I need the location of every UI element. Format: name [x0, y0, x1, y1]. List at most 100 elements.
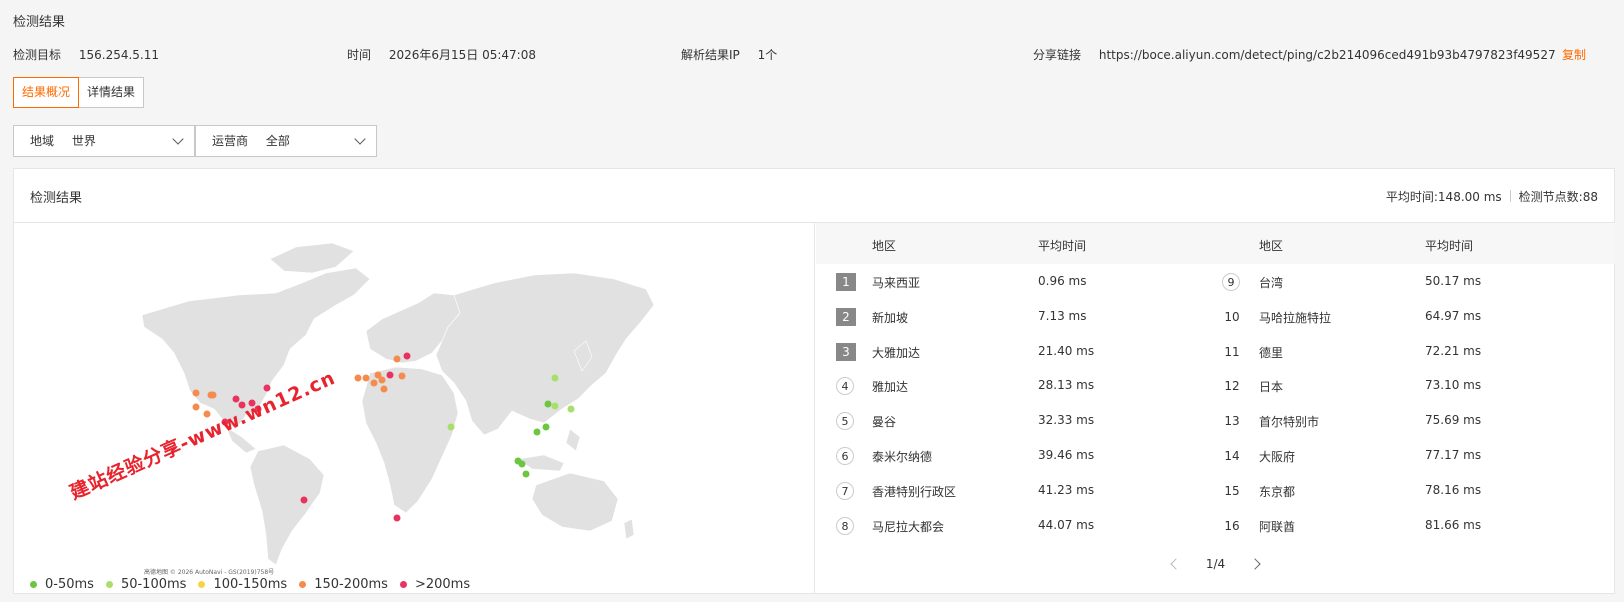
rank-badge: 13 [1224, 414, 1240, 429]
philippines [565, 428, 581, 452]
legend-label: 150-200ms [314, 577, 388, 592]
region-name: 东京都 [1259, 484, 1296, 499]
probe-point[interactable] [232, 395, 240, 403]
probe-point[interactable] [542, 423, 550, 431]
panel-title: 检测结果 [30, 191, 83, 206]
legend-dot [299, 581, 307, 588]
legend-label: 50-100ms [120, 577, 187, 592]
australia [531, 472, 619, 532]
table-row[interactable]: 13 首尔特别市 75.69 ms [816, 412, 1615, 448]
probe-point[interactable] [393, 514, 401, 522]
probe-point[interactable] [192, 389, 200, 397]
avg-time: 77.17 ms [1425, 448, 1482, 462]
table-row[interactable]: 12 日本 73.10 ms [816, 377, 1615, 413]
avg-time-stat: 平均时间:148.00 ms [1385, 190, 1502, 204]
tab-details[interactable]: 详情结果 [79, 77, 145, 108]
world-map[interactable]: 建站经验分享-www.wn12.cn 高德地图 © 2026 AutoNavi … [14, 223, 815, 594]
region-name: 首尔特别市 [1259, 415, 1320, 430]
header-avg: 平均时间 [1425, 239, 1474, 253]
rank-badge: 15 [1224, 483, 1240, 498]
time-info: 时间 2026年6月15日 05:47:08 [347, 46, 536, 63]
divider [1509, 190, 1511, 202]
probe-point[interactable] [533, 428, 541, 436]
probe-point[interactable] [209, 391, 217, 399]
rank-badge: 10 [1224, 309, 1240, 324]
isp-select-value: 全部 [265, 134, 290, 148]
table-row[interactable]: 10 马哈拉施特拉 64.97 ms [816, 308, 1615, 344]
region-name: 大阪府 [1259, 450, 1296, 464]
tab-overview[interactable]: 结果概况 [13, 77, 80, 108]
legend-item[interactable]: >200ms [399, 577, 470, 592]
time-value: 2026年6月15日 05:47:08 [388, 48, 536, 62]
rank-badge: 11 [1224, 344, 1240, 359]
legend-dot [105, 581, 113, 588]
avg-time: 81.66 ms [1425, 517, 1482, 532]
share-info: 分享链接 https://boce.aliyun.com/detect/ping… [1033, 46, 1556, 63]
legend-label: 100-150ms [213, 577, 288, 592]
rank-badge: 16 [1224, 518, 1240, 533]
probe-point[interactable] [192, 403, 200, 411]
avg-time: 75.69 ms [1425, 413, 1482, 428]
region-name: 日本 [1259, 380, 1284, 395]
isp-select-label: 运营商 [212, 134, 249, 148]
legend-item[interactable]: 0-50ms [30, 577, 94, 592]
new-zealand [623, 518, 635, 540]
chevron-down-icon [172, 133, 184, 145]
probe-point[interactable] [378, 376, 386, 384]
probe-point[interactable] [551, 374, 559, 382]
pagination: 1/4 [816, 556, 1615, 571]
probe-point[interactable] [393, 355, 401, 363]
page-title: 检测结果 [13, 15, 66, 30]
page-indicator: 1/4 [1205, 556, 1226, 571]
probe-point[interactable] [447, 423, 455, 431]
probe-point[interactable] [398, 372, 406, 380]
probe-point[interactable] [370, 379, 378, 387]
prev-page-icon[interactable] [1170, 557, 1182, 570]
rank-badge: 12 [1224, 379, 1240, 394]
greenland [269, 242, 355, 274]
resolve-label: 解析结果IP [681, 48, 740, 62]
summary-stats: 平均时间:148.00 ms 检测节点数:88 [1386, 188, 1598, 205]
region-select[interactable]: 地域 世界 [13, 125, 195, 157]
probe-point[interactable] [300, 496, 308, 504]
panel-header: 检测结果 平均时间:148.00 ms 检测节点数:88 [14, 169, 1614, 223]
table-row[interactable]: 9 台湾 50.17 ms [816, 273, 1615, 309]
probe-point[interactable] [403, 352, 411, 360]
legend-dot [30, 581, 37, 588]
rank-badge: 9 [1222, 273, 1240, 291]
region-name: 阿联酋 [1259, 519, 1296, 534]
header-region: 地区 [1259, 239, 1284, 253]
isp-select[interactable]: 运营商 全部 [195, 125, 377, 157]
probe-point[interactable] [544, 400, 552, 408]
table-row[interactable]: 15 东京都 78.16 ms [816, 482, 1615, 518]
header-region: 地区 [872, 239, 897, 253]
ranking-table: 地区 平均时间 地区 平均时间 1 马来西亚 0.96 ms 2 新加坡 7.13 ms 3… [816, 223, 1615, 594]
probe-point[interactable] [386, 371, 394, 379]
avg-time: 73.10 ms [1425, 378, 1482, 393]
table-row[interactable]: 16 阿联酋 81.66 ms [816, 517, 1615, 553]
legend-item[interactable]: 50-100ms [105, 577, 187, 592]
chevron-down-icon [354, 133, 366, 145]
copy-button[interactable]: 复制 [1562, 46, 1586, 63]
legend-item[interactable]: 150-200ms [299, 577, 388, 592]
legend-item[interactable]: 100-150ms [198, 577, 287, 592]
table-row[interactable]: 11 德里 72.21 ms [816, 343, 1615, 379]
target-value: 156.254.5.11 [78, 48, 159, 62]
share-label: 分享链接 [1033, 48, 1082, 62]
asia [435, 272, 655, 436]
share-link[interactable]: https://boce.aliyun.com/detect/ping/c2b2… [1099, 48, 1556, 62]
probe-point[interactable] [551, 402, 559, 410]
probe-point[interactable] [567, 405, 575, 413]
probe-point[interactable] [522, 470, 530, 478]
probe-point[interactable] [380, 385, 388, 393]
region-name: 台湾 [1259, 276, 1284, 290]
target-label: 检测目标 [13, 48, 62, 62]
probe-point[interactable] [354, 374, 362, 382]
next-page-icon[interactable] [1249, 557, 1261, 570]
probe-point[interactable] [518, 460, 526, 468]
table-row[interactable]: 14 大阪府 77.17 ms [816, 447, 1615, 483]
region-name: 马哈拉施特拉 [1259, 310, 1332, 325]
resolve-value[interactable]: 1个 [758, 48, 778, 62]
header-avg: 平均时间 [1038, 239, 1087, 253]
probe-point[interactable] [362, 374, 370, 382]
